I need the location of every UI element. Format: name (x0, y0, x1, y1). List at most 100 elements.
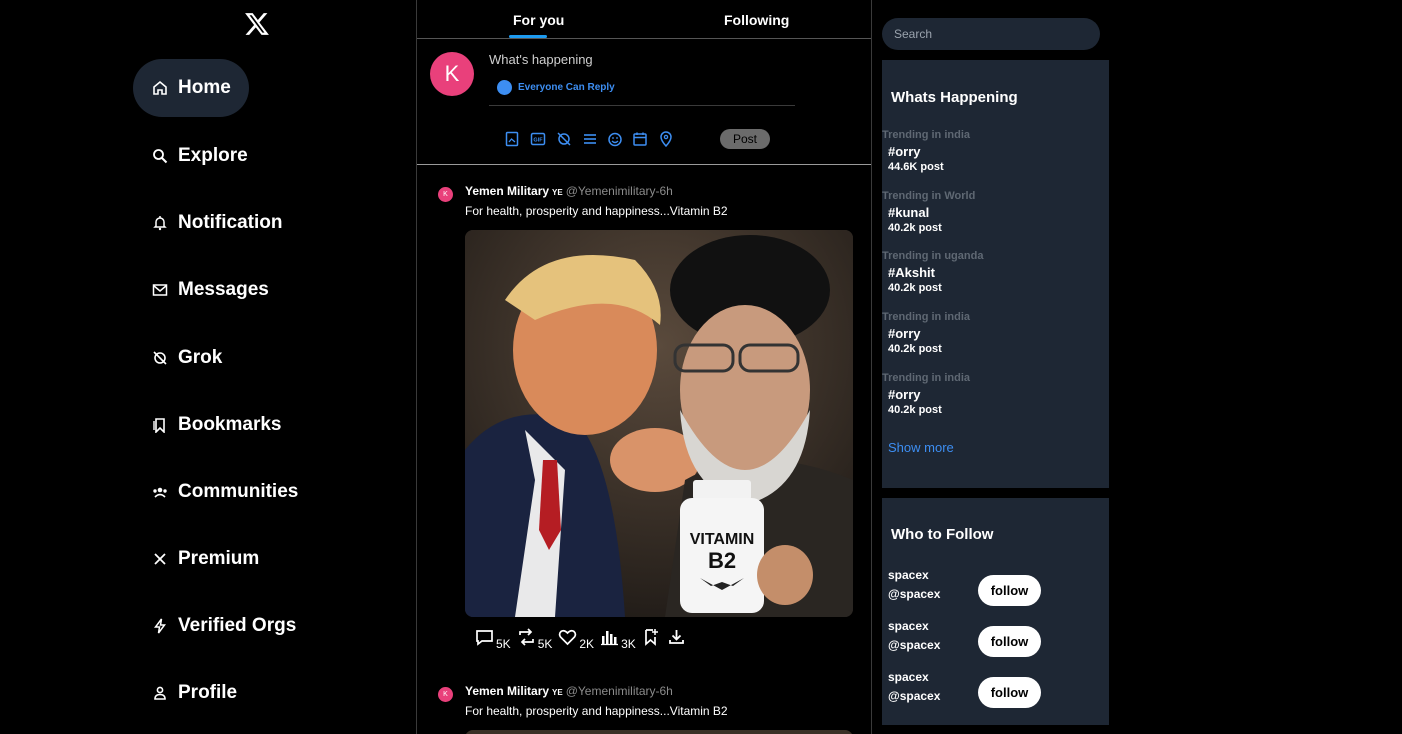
tweet[interactable]: K Yemen Military YE @Yemenimilitary-6h For… (417, 182, 871, 662)
trend-count: 40.2k post (888, 282, 942, 294)
tweet-avatar[interactable]: K (438, 687, 453, 702)
nav-notification-label: Notification (178, 212, 283, 233)
suggestion-handle[interactable]: @spacex (888, 638, 940, 652)
trend-item[interactable]: Trending in india #orry 40.2k post (882, 311, 1102, 355)
suggestion-handle[interactable]: @spacex (888, 587, 940, 601)
follow-button[interactable]: follow (978, 575, 1041, 606)
reply-setting-button[interactable]: Everyone Can Reply (497, 80, 615, 95)
follow-button[interactable]: follow (978, 677, 1041, 708)
trend-item[interactable]: Trending in india #orry 44.6K post (882, 129, 1102, 173)
reply-button[interactable]: 5K (475, 628, 511, 651)
repost-icon (517, 628, 536, 649)
tweet-author-handle[interactable]: @Yemenimilitary-6h (566, 184, 673, 198)
who-to-follow-panel: Who to Follow spacex @spacex follow spac… (882, 498, 1109, 725)
trend-item[interactable]: Trending in india #orry 40.2k post (882, 372, 1102, 416)
suggestion-handle[interactable]: @spacex (888, 689, 940, 703)
emoji-icon[interactable] (607, 131, 623, 147)
avatar[interactable]: K (430, 52, 474, 96)
post-button[interactable]: Post (720, 129, 770, 149)
tweet-media-image[interactable]: VITAMIN B2 (465, 230, 853, 617)
like-button[interactable]: 2K (558, 628, 595, 651)
home-icon (151, 79, 169, 97)
trending-title: Whats Happening (891, 89, 1018, 106)
tweet-author-name[interactable]: Yemen Military (465, 184, 549, 198)
trend-count: 44.6K post (888, 161, 944, 173)
nav-bookmarks[interactable]: Bookmarks (133, 396, 300, 454)
svg-text:VITAMIN: VITAMIN (690, 531, 755, 548)
nav-home-label: Home (178, 77, 231, 98)
download-icon (667, 628, 686, 649)
suggestion-name[interactable]: spacex (888, 568, 929, 582)
tweet-avatar[interactable]: K (438, 187, 453, 202)
search-input[interactable]: Search (882, 18, 1100, 50)
left-sidebar: Home Explore Notification Messages Grok … (0, 0, 416, 734)
trend-category: Trending in uganda (882, 250, 984, 262)
nav-home[interactable]: Home (133, 59, 249, 117)
bookmark-button[interactable] (642, 628, 661, 649)
follow-suggestion: spacex @spacex follow (888, 670, 1048, 708)
like-count: 2K (579, 637, 595, 651)
tweet-author-name[interactable]: Yemen Military (465, 684, 549, 698)
nav-premium-label: Premium (178, 548, 260, 569)
trend-item[interactable]: Trending in uganda #Akshit 40.2k post (882, 250, 1102, 294)
svg-text:GIF: GIF (533, 138, 543, 144)
post-composer: K What's happening Everyone Can Reply GI… (417, 39, 871, 165)
tweet-actions: 5K 5K 2K 3K (475, 628, 692, 651)
trend-category: Trending in World (882, 190, 976, 202)
nav-bookmarks-label: Bookmarks (178, 414, 282, 435)
follow-button[interactable]: follow (978, 626, 1041, 657)
nav-profile[interactable]: Profile (133, 664, 255, 722)
nav-grok[interactable]: Grok (133, 329, 240, 387)
views-count: 3K (621, 637, 636, 651)
trend-tag: #Akshit (888, 265, 935, 280)
tweet-text: For health, prosperity and happiness...V… (465, 204, 728, 218)
communities-icon (151, 483, 169, 501)
timeline: For you Following K What's happening Eve… (416, 0, 872, 734)
media-icon[interactable] (504, 131, 520, 147)
nav-messages[interactable]: Messages (133, 261, 287, 319)
mail-icon (151, 281, 169, 299)
nav-communities[interactable]: Communities (133, 463, 316, 521)
location-icon[interactable] (658, 131, 674, 148)
tab-following[interactable]: Following (724, 12, 789, 28)
suggestion-name[interactable]: spacex (888, 670, 929, 684)
tweet[interactable]: K Yemen Military YE @Yemenimilitary-6h For… (417, 682, 871, 734)
tweet-author-handle[interactable]: @Yemenimilitary-6h (566, 684, 673, 698)
tweet-text: For health, prosperity and happiness...V… (465, 704, 728, 718)
bell-icon (151, 214, 169, 232)
tab-for-you[interactable]: For you (513, 12, 564, 28)
trend-category: Trending in india (882, 129, 970, 141)
user-icon (151, 684, 169, 702)
active-tab-indicator (509, 35, 547, 38)
schedule-icon[interactable] (632, 131, 648, 147)
x-premium-icon (151, 550, 169, 568)
views-button[interactable]: 3K (600, 628, 636, 651)
trend-tag: #orry (888, 387, 921, 402)
poll-icon[interactable] (582, 131, 598, 147)
grok-tool-icon[interactable] (556, 131, 572, 147)
trend-count: 40.2k post (888, 343, 942, 355)
gif-icon[interactable]: GIF (530, 131, 546, 147)
repost-button[interactable]: 5K (517, 628, 552, 651)
suggestion-name[interactable]: spacex (888, 619, 929, 633)
nav-verified-orgs[interactable]: Verified Orgs (133, 597, 314, 655)
tweet-header: Yemen Military YE @Yemenimilitary-6h (465, 184, 673, 198)
nav-explore[interactable]: Explore (133, 127, 266, 185)
nav-grok-label: Grok (178, 347, 223, 368)
compose-input[interactable]: What's happening (489, 52, 593, 67)
download-button[interactable] (667, 628, 686, 649)
tweet-media-image[interactable] (465, 730, 853, 734)
show-more-link[interactable]: Show more (888, 440, 954, 455)
heart-icon (558, 628, 577, 649)
x-logo-icon[interactable] (244, 11, 270, 37)
svg-text:B2: B2 (708, 548, 736, 573)
follow-suggestion: spacex @spacex follow (888, 568, 1048, 606)
trend-count: 40.2k post (888, 404, 942, 416)
bookmark-icon (151, 416, 169, 434)
nav-communities-label: Communities (178, 481, 299, 502)
trend-item[interactable]: Trending in World #kunal 40.2k post (882, 190, 1102, 234)
composer-divider (489, 105, 795, 106)
nav-notification[interactable]: Notification (133, 194, 301, 252)
timeline-tabs: For you Following (417, 0, 871, 39)
nav-premium[interactable]: Premium (133, 530, 277, 588)
